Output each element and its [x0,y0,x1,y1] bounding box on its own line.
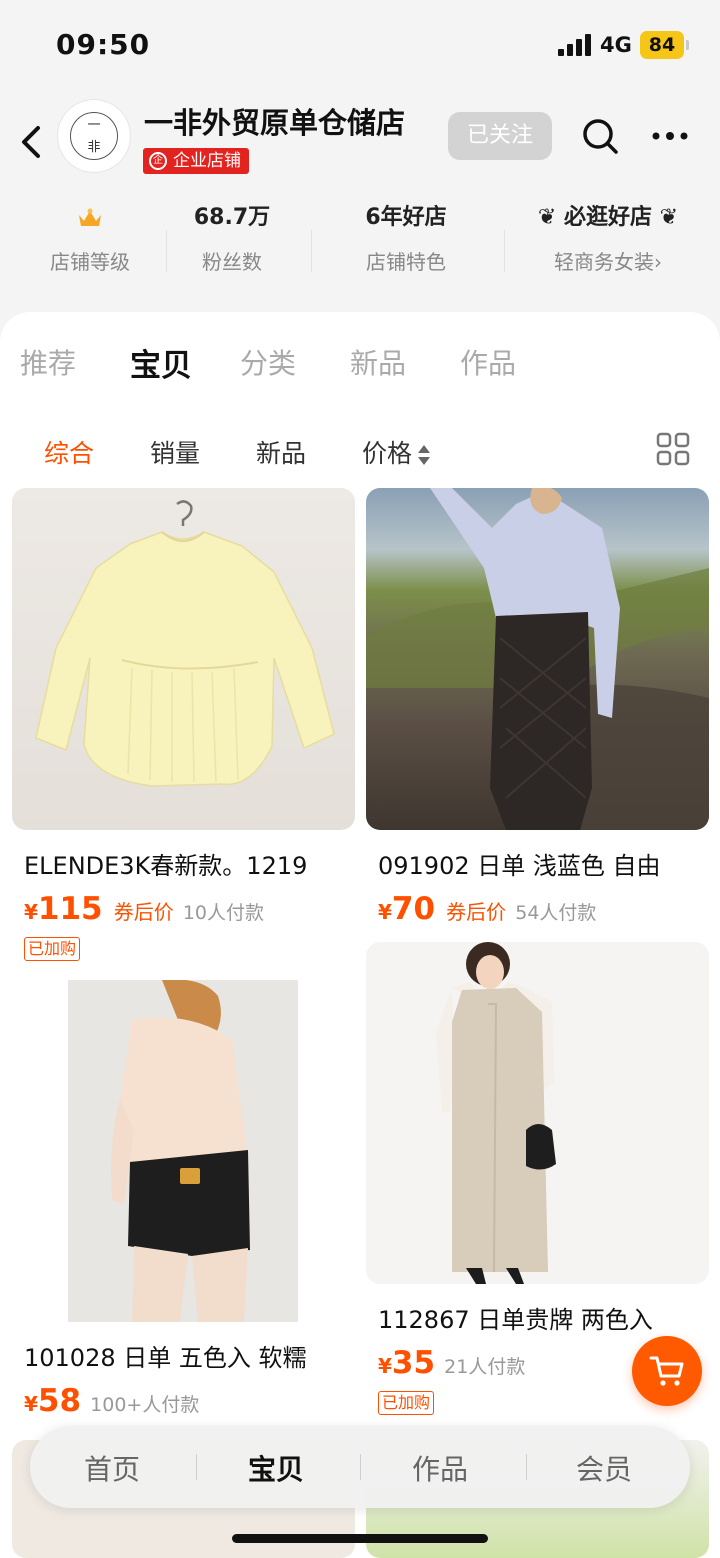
enterprise-badge: 企 企业店铺 [143,148,249,174]
paid-count: 100+人付款 [90,1394,200,1416]
product-image[interactable] [12,980,355,1322]
divider [196,1454,197,1480]
sort-arrows-icon [418,445,431,465]
status-bar: 09:50 4G 84 [0,0,720,90]
divider [360,1454,361,1480]
blouse-image [35,500,335,787]
more-icon [652,132,688,140]
signal-icon [558,34,592,56]
in-cart-tag: 已加购 [378,1391,435,1415]
stat-feature[interactable]: 6年好店 店铺特色 [346,200,466,300]
back-icon [22,126,40,158]
price-row: ¥58 100+人付款 [12,1383,355,1423]
grid-view-icon [656,432,690,466]
stat-value: 必逛好店 [563,205,652,230]
tab-works[interactable]: 作品 [460,342,516,382]
paid-count: 21人付款 [444,1356,526,1378]
stat-label: 店铺特色 [366,250,446,274]
stat-shop-level[interactable]: 店铺等级 [40,200,140,300]
divider [311,230,312,272]
enterprise-badge-label: 企业店铺 [173,151,241,171]
stat-label: 店铺等级 [50,250,130,274]
divider [166,230,167,272]
in-cart-tag: 已加购 [24,937,81,961]
tab-items[interactable]: 宝贝 [130,340,192,385]
paid-count: 54人付款 [515,902,597,924]
shop-stats: 店铺等级 68.7万 粉丝数 6年好店 店铺特色 ❦ 必逛好店 ❦ 轻商务女装› [0,200,720,300]
currency-symbol: ¥ [24,900,38,924]
status-time: 09:50 [56,28,151,61]
tab-new[interactable]: 新品 [350,342,406,382]
stat-followers[interactable]: 68.7万 粉丝数 [182,200,282,300]
price-row: ¥115 券后价 10人付款 [12,891,355,931]
shop-header: 一非 一非外贸原单仓储店 企 企业店铺 已关注 [0,90,720,190]
more-button[interactable] [650,120,690,150]
stat-label: 轻商务女装› [554,250,662,274]
model-skirt-image [366,488,709,830]
model-shorts-image [68,980,298,1322]
shop-logo[interactable]: 一非 [58,100,130,172]
bottom-nav: 首页 宝贝 作品 会员 [30,1426,690,1508]
product-card[interactable]: ELENDE3K春新款。1219 ¥115 券后价 10人付款 已加购 [12,488,355,961]
shop-name[interactable]: 一非外贸原单仓储店 [144,100,405,142]
stat-value: 6年好店 [365,205,447,230]
product-title: 101028 日单 五色入 软糯 [24,1344,307,1372]
crown-icon [79,208,101,226]
product-title: 112867 日单贵牌 两色入 [378,1306,653,1334]
product-price: 35 [391,1345,436,1381]
sort-overall[interactable]: 综合 [44,434,94,470]
laurel-right-icon: ❦ [659,205,679,230]
product-price: 58 [37,1383,82,1419]
product-price: 70 [391,891,436,927]
divider [526,1454,527,1480]
battery-icon: 84 [640,31,689,59]
sort-bar: 综合 销量 新品 价格 [0,422,720,482]
network-label: 4G [600,33,632,57]
grid-view-button[interactable] [656,432,690,466]
search-icon [583,119,618,154]
sort-price-label: 价格 [362,439,413,468]
bottom-nav-works[interactable]: 作品 [412,1448,468,1488]
tab-category[interactable]: 分类 [240,342,296,382]
home-indicator[interactable] [232,1534,488,1543]
product-price: 115 [37,891,103,927]
search-button[interactable] [580,116,620,156]
currency-symbol: ¥ [24,1392,38,1416]
tab-recommend[interactable]: 推荐 [20,342,76,382]
product-image[interactable] [12,488,355,830]
coupon-label: 券后价 [446,900,507,924]
product-title: 091902 日单 浅蓝色 自由 [378,852,661,880]
shop-tabs: 推荐 宝贝 分类 新品 作品 [0,312,720,412]
cart-button[interactable] [632,1336,702,1406]
follow-button[interactable]: 已关注 [448,112,552,160]
sort-price[interactable]: 价格 [362,434,432,470]
bottom-nav-home[interactable]: 首页 [84,1448,140,1488]
currency-symbol: ¥ [378,900,392,924]
product-image[interactable] [366,488,709,830]
coupon-label: 券后价 [113,900,174,924]
enterprise-icon: 企 [149,152,167,170]
product-image[interactable] [366,942,709,1284]
product-card[interactable]: 101028 日单 五色入 软糯 ¥58 100+人付款 [12,980,355,1423]
product-title: ELENDE3K春新款。1219 [24,852,308,880]
back-button[interactable] [14,122,50,162]
bottom-nav-member[interactable]: 会员 [576,1448,632,1488]
bottom-nav-items[interactable]: 宝贝 [248,1448,304,1488]
price-row: ¥70 券后价 54人付款 [366,891,709,931]
stat-label: 粉丝数 [202,250,262,274]
sort-new[interactable]: 新品 [256,434,306,470]
paid-count: 10人付款 [182,902,265,924]
divider [504,230,505,272]
product-card[interactable]: 091902 日单 浅蓝色 自由 ¥70 券后价 54人付款 [366,488,709,931]
stat-value: 68.7万 [193,205,271,230]
laurel-left-icon: ❦ [537,205,557,230]
currency-symbol: ¥ [378,1354,392,1378]
sort-sales[interactable]: 销量 [150,434,200,470]
model-dress-image [436,942,556,1284]
cart-icon [649,1356,684,1386]
shop-logo-text: 一非 [70,112,118,160]
stat-recommend[interactable]: ❦ 必逛好店 ❦ 轻商务女装› [526,200,690,300]
